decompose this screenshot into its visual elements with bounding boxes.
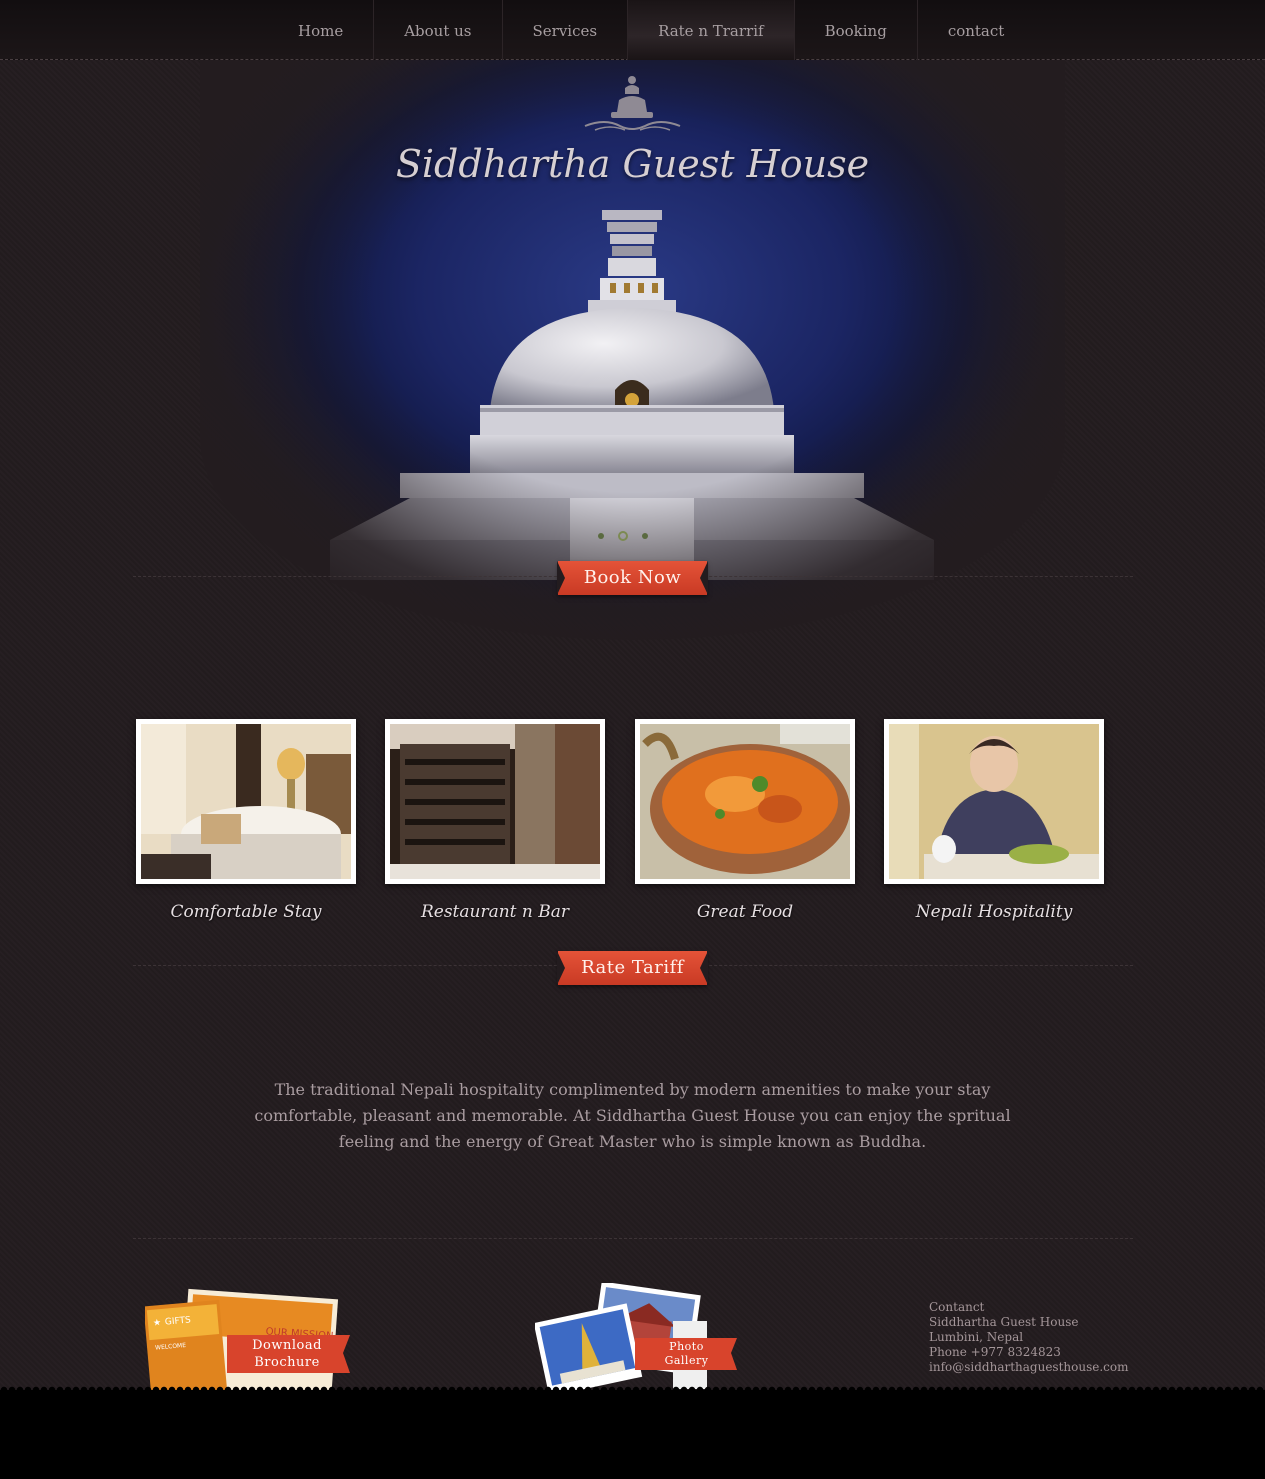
photo-gallery-label: Photo Gallery: [639, 1340, 734, 1368]
nav-item-home[interactable]: Home: [268, 0, 375, 60]
feature-comfortable-stay: Comfortable Stay: [136, 719, 356, 922]
feature-label: Nepali Hospitality: [915, 902, 1073, 922]
slideshow-pager: [598, 531, 648, 541]
slide-dot-3[interactable]: [642, 533, 648, 539]
brochure-label-line1: Download: [252, 1338, 322, 1353]
contact-info: Contanct Siddhartha Guest House Lumbini,…: [929, 1300, 1129, 1375]
feature-nepali-hospitality: Nepali Hospitality: [884, 719, 1104, 922]
contact-heading: Contanct: [929, 1300, 985, 1314]
feature-photo[interactable]: [635, 719, 855, 884]
nav-item-services[interactable]: Services: [503, 0, 629, 60]
photo-gallery-widget[interactable]: Photo Gallery: [533, 1281, 740, 1397]
book-now-button[interactable]: Book Now: [557, 561, 708, 595]
feature-restaurant-bar: Restaurant n Bar: [385, 719, 605, 922]
nav-menu: Home About us Services Rate n Trarrif Bo…: [268, 0, 1034, 60]
feature-photo[interactable]: [884, 719, 1104, 884]
buddha-logo-icon: [584, 76, 681, 131]
slide-dot-2[interactable]: [618, 531, 628, 541]
nav-item-about-us[interactable]: About us: [374, 0, 503, 60]
curry-photo: [640, 724, 850, 879]
download-brochure-label: Download Brochure: [227, 1337, 347, 1371]
intro-text: The traditional Nepali hospitality compl…: [254, 1080, 1011, 1151]
wine-rack-photo: [390, 724, 600, 879]
feature-label: Restaurant n Bar: [420, 902, 570, 922]
contact-phone: Phone +977 8324823: [929, 1345, 1061, 1359]
top-navigation: Home About us Services Rate n Trarrif Bo…: [0, 0, 1265, 60]
gallery-icon: [533, 1281, 737, 1397]
feature-photo[interactable]: [136, 719, 356, 884]
site-title: Siddhartha Guest House: [395, 142, 870, 186]
divider: [133, 1238, 1133, 1239]
bedroom-photo: [141, 724, 351, 879]
svg-text:★: ★: [153, 1318, 162, 1329]
contact-email-link[interactable]: info@siddharthaguesthouse.com: [929, 1360, 1129, 1375]
rate-tariff-button[interactable]: Rate Tariff: [557, 951, 708, 985]
nav-item-contact[interactable]: contact: [918, 0, 1035, 60]
nav-item-booking[interactable]: Booking: [795, 0, 918, 60]
feature-label: Comfortable Stay: [170, 902, 322, 922]
slide-dot-1[interactable]: [598, 533, 604, 539]
contact-address: Lumbini, Nepal: [929, 1330, 1024, 1344]
footer-bar: [0, 1386, 1265, 1479]
feature-photo[interactable]: [385, 719, 605, 884]
hero-slideshow: Siddhartha Guest House: [200, 60, 1065, 640]
gallery-label-line2: Gallery: [664, 1354, 709, 1367]
contact-name: Siddhartha Guest House: [929, 1315, 1079, 1329]
waiter-photo: [889, 724, 1099, 879]
download-brochure-widget[interactable]: OUR MISSION ★ GIFTS WELCOME Download Bro…: [143, 1285, 355, 1402]
feature-label: Great Food: [696, 902, 794, 922]
feature-great-food: Great Food: [635, 719, 855, 922]
nav-item-rate-tariff[interactable]: Rate n Trarrif: [628, 0, 795, 60]
brochure-label-line2: Brochure: [254, 1355, 320, 1370]
gallery-label-line1: Photo: [669, 1340, 704, 1353]
